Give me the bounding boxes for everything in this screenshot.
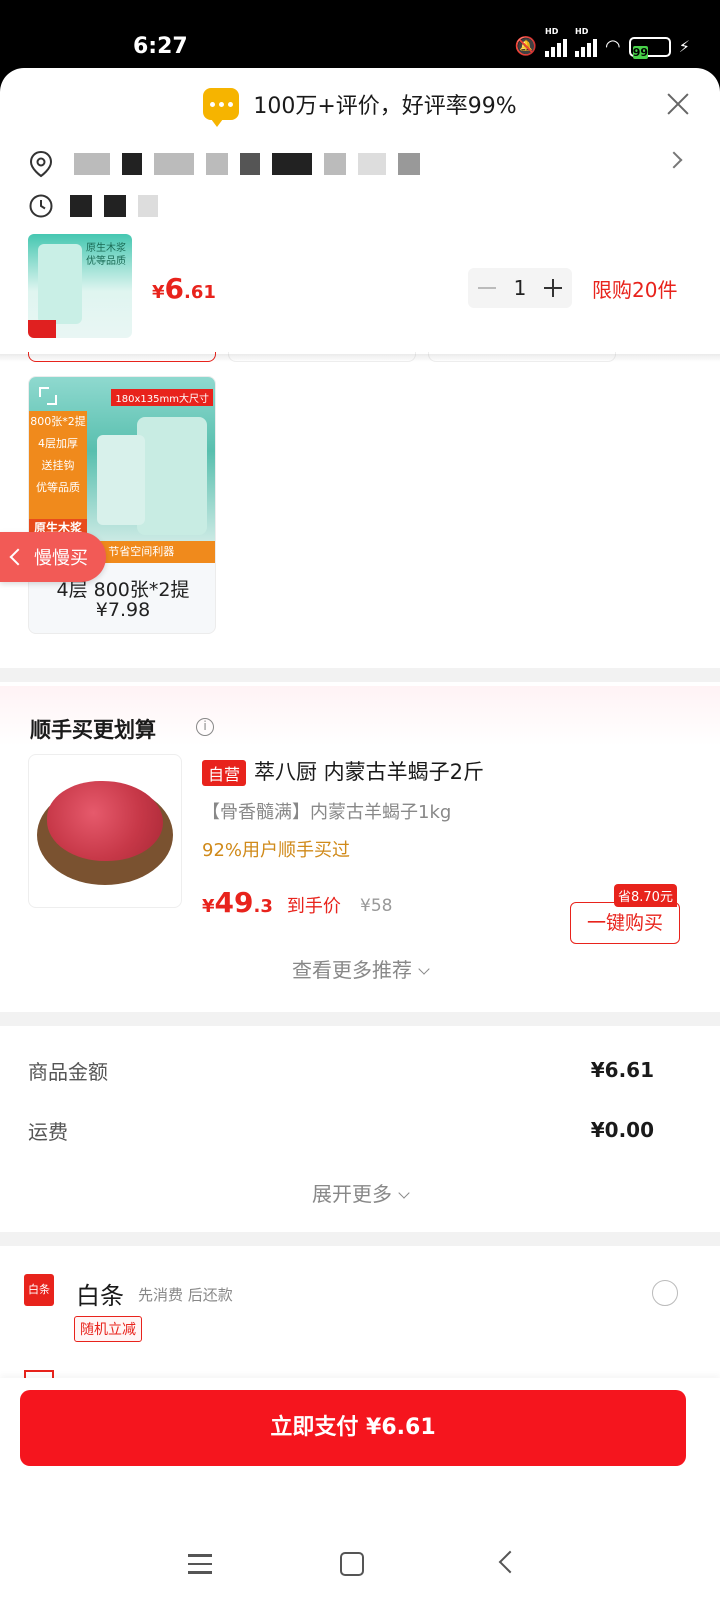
close-button[interactable] xyxy=(666,92,690,116)
spec-option-price: ¥7.98 xyxy=(95,599,151,621)
chevron-right-icon xyxy=(665,151,683,169)
addon-price: ¥49.3 到手价 xyxy=(202,886,341,919)
section-divider xyxy=(0,668,720,682)
fee-row-shipping: 运费 ¥0.00 xyxy=(28,1110,654,1150)
spec-image-text: 800张*2提 xyxy=(30,415,86,428)
fee-section: 商品金额 ¥6.61 运费 ¥0.00 展开更多 xyxy=(0,1030,720,1230)
signal-icon: HD xyxy=(545,27,568,57)
fee-value: ¥6.61 xyxy=(590,1058,654,1082)
redacted-text xyxy=(206,153,228,175)
fee-row-goods: 商品金额 ¥6.61 xyxy=(28,1050,654,1090)
expand-more-link[interactable]: 展开更多 xyxy=(0,1178,720,1207)
spec-option-card[interactable]: 800张*2提 4层加厚 送挂钩 优等品质 原生木浆 180x135mm大尺寸 … xyxy=(28,376,216,634)
charging-icon: ⚡ xyxy=(678,37,690,56)
menu-icon[interactable] xyxy=(188,1554,212,1574)
addon-popularity: 92%用户顺手买过 xyxy=(202,840,351,861)
spec-image-text: 4层加厚 xyxy=(38,437,78,450)
payment-radio[interactable] xyxy=(652,1280,678,1306)
address-row[interactable] xyxy=(28,144,692,184)
battery-icon: 99 xyxy=(628,36,671,59)
slow-buy-button[interactable]: 慢慢买 xyxy=(0,532,106,582)
fee-value: ¥0.00 xyxy=(590,1118,654,1142)
spec-image-text: 180x135mm大尺寸 xyxy=(111,389,213,406)
fee-label: 运费 xyxy=(28,1119,68,1144)
redacted-text xyxy=(398,153,420,175)
expand-more-label: 展开更多 xyxy=(312,1182,392,1206)
addon-title: 顺手买更划算 xyxy=(30,718,156,742)
slow-buy-label: 慢慢买 xyxy=(34,548,88,569)
one-click-buy-button[interactable]: 一键购买 xyxy=(570,902,680,944)
more-recommendations-link[interactable]: 查看更多推荐 xyxy=(0,954,720,983)
chevron-left-icon xyxy=(9,548,27,566)
product-thumbnail[interactable]: 原生木浆 优等品质 xyxy=(28,234,132,338)
more-recommendations-label: 查看更多推荐 xyxy=(292,958,412,982)
signal-icon-2: HD xyxy=(575,27,598,57)
spec-image-text: 优等品质 xyxy=(36,481,80,494)
purchase-limit: 限购20件 xyxy=(592,278,678,302)
redacted-text xyxy=(104,195,126,217)
sheet-header: 100万+评价，好评率99% xyxy=(0,68,720,140)
quantity-stepper: 1 xyxy=(468,268,572,308)
status-icons: 🔕 HD HD ◠ 99 ⚡ xyxy=(514,27,690,59)
review-summary: 100万+评价，好评率99% xyxy=(253,94,517,119)
redacted-text xyxy=(240,153,260,175)
chevron-down-icon xyxy=(398,1187,410,1199)
redacted-text xyxy=(358,153,386,175)
redacted-text xyxy=(138,195,158,217)
addon-original-price: ¥58 xyxy=(360,896,393,916)
checkout-sheet: 100万+评价，好评率99% 原生木浆 优等品质 ¥6.61 1 限购20件 8… xyxy=(0,68,720,1600)
baitiao-logo-icon: 白条 xyxy=(24,1274,54,1306)
redacted-text xyxy=(272,153,312,175)
product-price: ¥6.61 xyxy=(152,272,216,305)
redacted-text xyxy=(324,153,346,175)
home-icon[interactable] xyxy=(340,1552,364,1576)
decrease-button[interactable] xyxy=(478,287,496,289)
redacted-text xyxy=(122,153,142,175)
info-icon[interactable]: i xyxy=(196,718,214,736)
redacted-text xyxy=(70,195,92,217)
quantity-value[interactable]: 1 xyxy=(514,276,527,300)
addon-section: 顺手买更划算 i 自营 萃八厨 内蒙古羊蝎子2斤 【骨香髓满】内蒙古羊蝎子1kg… xyxy=(0,686,720,1016)
mute-icon: 🔕 xyxy=(514,36,538,57)
self-operated-badge: 自营 xyxy=(202,760,247,786)
payment-name: 白条 xyxy=(76,1282,124,1310)
payment-promo-tag: 随机立减 xyxy=(74,1316,142,1342)
addon-product-subtitle: 【骨香髓满】内蒙古羊蝎子1kg xyxy=(202,802,452,823)
product-row: 原生木浆 优等品质 ¥6.61 1 限购20件 xyxy=(0,228,720,356)
payment-method-baitiao[interactable]: 白条 白条 先消费 后还款 随机立减 xyxy=(0,1244,720,1380)
location-pin-icon xyxy=(29,150,53,178)
scroll-shadow xyxy=(0,354,720,362)
addon-product-name[interactable]: 萃八厨 内蒙古羊蝎子2斤 xyxy=(254,756,484,786)
battery-level: 99 xyxy=(632,45,649,59)
wifi-icon: ◠ xyxy=(605,36,621,57)
expand-icon[interactable] xyxy=(39,387,57,405)
clock-icon xyxy=(29,194,53,218)
review-chat-icon xyxy=(203,88,240,127)
redacted-text xyxy=(154,153,194,175)
bottom-bar: 立即支付 ¥6.61 xyxy=(0,1378,720,1532)
thumbnail-text: 原生木浆 优等品质 xyxy=(86,243,126,267)
system-nav-bar xyxy=(0,1532,720,1600)
spec-image-text: 送挂钩 xyxy=(41,459,75,472)
status-time: 6:27 xyxy=(133,34,188,59)
section-divider xyxy=(0,1012,720,1026)
increase-button[interactable] xyxy=(543,279,562,297)
payment-desc: 先消费 后还款 xyxy=(138,1286,233,1304)
pay-now-button[interactable]: 立即支付 ¥6.61 xyxy=(20,1390,686,1466)
delivery-time-row[interactable] xyxy=(28,186,692,226)
status-bar: 6:27 🔕 HD HD ◠ 99 ⚡ xyxy=(0,0,720,70)
save-badge: 省8.70元 xyxy=(614,884,677,907)
chevron-down-icon xyxy=(418,963,430,975)
redacted-text xyxy=(74,153,110,175)
addon-product-image[interactable] xyxy=(28,754,182,908)
fee-label: 商品金额 xyxy=(28,1059,108,1084)
back-icon[interactable] xyxy=(498,1550,522,1574)
